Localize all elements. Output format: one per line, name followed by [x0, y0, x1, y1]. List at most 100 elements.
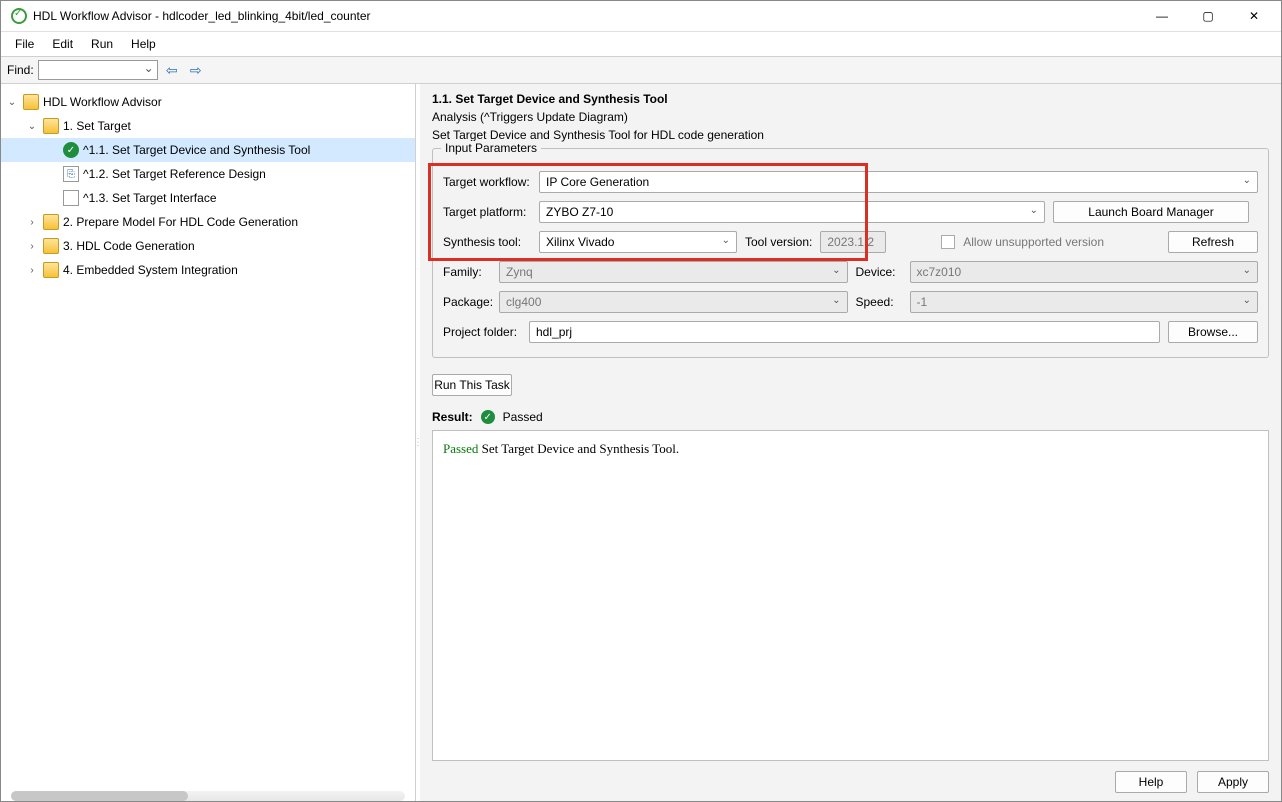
folder-icon [43, 238, 59, 254]
tree-set-target-interface[interactable]: ^1.3. Set Target Interface [1, 186, 415, 210]
chevron-down-icon: ⌄ [1243, 265, 1251, 276]
run-this-task-button[interactable]: Run This Task [432, 374, 512, 396]
window-controls: — ▢ ✕ [1139, 1, 1277, 31]
titlebar: HDL Workflow Advisor - hdlcoder_led_blin… [1, 1, 1281, 31]
tree-hdl-codegen[interactable]: › 3. HDL Code Generation [1, 234, 415, 258]
row-family-device: Family: Zynq ⌄ Device: xc7z010 ⌄ [443, 257, 1258, 287]
find-label: Find: [7, 63, 34, 77]
folder-icon [23, 94, 39, 110]
launch-board-manager-button[interactable]: Launch Board Manager [1053, 201, 1249, 223]
findbar: Find: ⇦ ⇨ [1, 56, 1281, 84]
tree-set-target-device[interactable]: ^1.1. Set Target Device and Synthesis To… [1, 138, 415, 162]
target-platform-combo[interactable]: ZYBO Z7-10 ⌄ [539, 201, 1045, 223]
tree-prepare-model[interactable]: › 2. Prepare Model For HDL Code Generati… [1, 210, 415, 234]
tree-panel: ⌄ HDL Workflow Advisor ⌄ 1. Set Target ^… [1, 84, 416, 801]
find-next-button[interactable]: ⇨ [186, 60, 206, 80]
label-speed: Speed: [856, 295, 902, 309]
label-tool-version: Tool version: [745, 235, 812, 249]
panel-heading: 1.1. Set Target Device and Synthesis Too… [432, 92, 1269, 106]
combo-value: Zynq [506, 265, 533, 279]
apply-button[interactable]: Apply [1197, 771, 1269, 793]
result-label: Result: [432, 410, 473, 424]
field-value: 2023.1.2 [827, 235, 874, 249]
chevron-down-icon: ⌄ [832, 265, 840, 276]
tree-h-scrollbar[interactable] [11, 791, 405, 801]
find-prev-button[interactable]: ⇦ [162, 60, 182, 80]
browse-button[interactable]: Browse... [1168, 321, 1258, 343]
chevron-down-icon: ⌄ [1030, 205, 1038, 216]
find-combo[interactable] [38, 60, 158, 80]
combo-value: clg400 [506, 295, 541, 309]
row-target-platform: Target platform: ZYBO Z7-10 ⌄ Launch Boa… [443, 197, 1258, 227]
tree-set-target-reference[interactable]: ^1.2. Set Target Reference Design [1, 162, 415, 186]
collapse-icon[interactable]: ⌄ [25, 121, 39, 132]
minimize-button[interactable]: — [1139, 1, 1185, 31]
collapse-icon[interactable]: ⌄ [5, 97, 19, 108]
menu-edit[interactable]: Edit [44, 34, 81, 54]
label-target-platform: Target platform: [443, 205, 531, 219]
window-title: HDL Workflow Advisor - hdlcoder_led_blin… [33, 9, 1139, 23]
expand-icon[interactable]: › [25, 241, 39, 252]
label-device: Device: [856, 265, 902, 279]
expand-icon[interactable]: › [25, 265, 39, 276]
combo-value: Xilinx Vivado [546, 235, 614, 249]
result-status: Passed [503, 410, 543, 424]
content-panel: 1.1. Set Target Device and Synthesis Too… [420, 84, 1281, 801]
close-button[interactable]: ✕ [1231, 1, 1277, 31]
folder-icon [43, 118, 59, 134]
expand-icon[interactable]: › [25, 217, 39, 228]
chevron-down-icon: ⌄ [1243, 295, 1251, 306]
chevron-down-icon: ⌄ [1243, 175, 1251, 186]
label-package: Package: [443, 295, 491, 309]
package-combo: clg400 ⌄ [499, 291, 848, 313]
row-package-speed: Package: clg400 ⌄ Speed: -1 ⌄ [443, 287, 1258, 317]
chevron-down-icon: ⌄ [722, 235, 730, 246]
label-allow-unsupported: Allow unsupported version [963, 235, 1104, 249]
combo-value: xc7z010 [917, 265, 962, 279]
result-message: Set Target Device and Synthesis Tool. [478, 441, 679, 456]
label-synthesis-tool: Synthesis tool: [443, 235, 531, 249]
synthesis-tool-combo[interactable]: Xilinx Vivado ⌄ [539, 231, 737, 253]
combo-value: -1 [917, 295, 928, 309]
tree-root[interactable]: ⌄ HDL Workflow Advisor [1, 90, 415, 114]
result-passed-word: Passed [443, 441, 478, 456]
help-button[interactable]: Help [1115, 771, 1187, 793]
tool-version-field: 2023.1.2 [820, 231, 886, 253]
check-icon [481, 410, 495, 424]
input-parameters-legend: Input Parameters [441, 141, 541, 155]
document-icon [63, 190, 79, 206]
maximize-button[interactable]: ▢ [1185, 1, 1231, 31]
refresh-button[interactable]: Refresh [1168, 231, 1258, 253]
row-target-workflow: Target workflow: IP Core Generation ⌄ [443, 167, 1258, 197]
result-row: Result: Passed [432, 410, 1269, 424]
tree-label: ^1.3. Set Target Interface [83, 191, 217, 205]
tree-label: 3. HDL Code Generation [63, 239, 195, 253]
row-project-folder: Project folder: hdl_prj Browse... [443, 317, 1258, 347]
folder-icon [43, 262, 59, 278]
tree-label: 4. Embedded System Integration [63, 263, 238, 277]
project-folder-field[interactable]: hdl_prj [529, 321, 1160, 343]
menu-help[interactable]: Help [123, 34, 164, 54]
main-split: ⌄ HDL Workflow Advisor ⌄ 1. Set Target ^… [1, 84, 1281, 801]
panel-subtitle: Analysis (^Triggers Update Diagram) [432, 110, 1269, 124]
tree-label: 1. Set Target [63, 119, 131, 133]
target-workflow-combo[interactable]: IP Core Generation ⌄ [539, 171, 1258, 193]
allow-unsupported-checkbox[interactable] [941, 235, 955, 249]
menu-run[interactable]: Run [83, 34, 121, 54]
speed-combo: -1 ⌄ [910, 291, 1259, 313]
tree-label: ^1.2. Set Target Reference Design [83, 167, 266, 181]
tree-set-target[interactable]: ⌄ 1. Set Target [1, 114, 415, 138]
chevron-down-icon: ⌄ [832, 295, 840, 306]
field-value: hdl_prj [536, 325, 572, 339]
label-project-folder: Project folder: [443, 325, 521, 339]
family-combo: Zynq ⌄ [499, 261, 848, 283]
check-icon [63, 142, 79, 158]
device-combo: xc7z010 ⌄ [910, 261, 1259, 283]
menubar: File Edit Run Help [1, 31, 1281, 56]
result-output: Passed Set Target Device and Synthesis T… [432, 430, 1269, 761]
input-parameters-group: Input Parameters Target workflow: IP Cor… [432, 148, 1269, 358]
panel-description: Set Target Device and Synthesis Tool for… [432, 128, 1269, 142]
menu-file[interactable]: File [7, 34, 42, 54]
tree-embedded-integration[interactable]: › 4. Embedded System Integration [1, 258, 415, 282]
label-family: Family: [443, 265, 491, 279]
